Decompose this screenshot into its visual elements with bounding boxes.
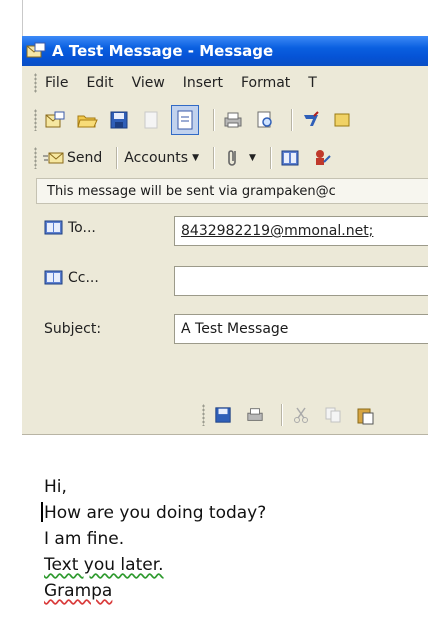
copy-button[interactable] <box>321 403 345 427</box>
message-window: A Test Message - Message File Edit View … <box>22 36 428 626</box>
menu-view[interactable]: View <box>132 75 165 91</box>
standard-toolbar <box>22 100 428 140</box>
print-button[interactable] <box>243 403 267 427</box>
toolbar-separator <box>213 147 216 169</box>
new-message-button[interactable] <box>43 108 67 132</box>
menu-insert[interactable]: Insert <box>183 75 223 91</box>
toolbar-separator <box>213 109 215 131</box>
save-icon <box>110 111 128 129</box>
menu-format[interactable]: Format <box>241 75 290 91</box>
body-line-greeting: Hi, <box>44 477 67 497</box>
to-row: To... 8432982219@mmonal.net; <box>22 214 428 248</box>
subject-field[interactable]: A Test Message <box>174 314 428 344</box>
check-names-icon <box>315 150 331 165</box>
chevron-down-icon: ▼ <box>192 153 200 163</box>
body-format-toolbar <box>202 400 385 430</box>
toolbar-separator <box>269 147 272 169</box>
attach-page-button[interactable] <box>171 105 199 135</box>
text-caret <box>41 502 43 522</box>
find-icon <box>257 111 272 128</box>
body-line-status: I am fine. <box>44 529 125 549</box>
body-line-closing: Text you later. <box>44 555 164 575</box>
options-icon <box>334 113 350 127</box>
toolbar-grip[interactable] <box>202 404 205 426</box>
cc-button[interactable]: Cc... <box>44 270 99 286</box>
new-message-icon <box>45 111 65 128</box>
cc-row: Cc... <box>22 264 428 298</box>
send-account-infobar: This message will be sent via grampaken@… <box>36 178 428 204</box>
print-icon <box>247 408 263 421</box>
cc-label: Cc... <box>68 270 99 286</box>
save-button[interactable] <box>107 108 131 132</box>
body-line-question: How are you doing today? <box>44 503 267 523</box>
subject-label: Subject: <box>44 321 102 337</box>
print-preview-icon <box>144 111 158 129</box>
address-book-icon <box>44 220 63 235</box>
print-preview-button[interactable] <box>139 108 163 132</box>
address-book-icon <box>44 270 63 285</box>
open-folder-icon <box>77 115 98 128</box>
scissors-icon <box>294 407 308 423</box>
cut-button[interactable] <box>289 403 313 427</box>
send-icon <box>43 152 64 164</box>
to-button[interactable]: To... <box>44 220 96 236</box>
attach-dropdown-button[interactable]: ▼ <box>245 153 256 163</box>
toolbar-separator <box>116 147 119 169</box>
toolbar-separator <box>291 109 293 131</box>
find-button[interactable] <box>253 108 277 132</box>
to-label: To... <box>68 220 96 236</box>
menu-grip[interactable] <box>34 73 37 93</box>
paperclip-icon <box>228 150 236 166</box>
send-toolbar: Send Accounts ▼ ▼ <box>22 140 428 176</box>
spelling-button[interactable] <box>299 108 323 132</box>
menu-tools[interactable]: T <box>308 75 317 91</box>
paste-button[interactable] <box>353 403 377 427</box>
address-book-icon <box>281 150 299 166</box>
message-envelope-icon <box>26 42 46 60</box>
toolbar-grip[interactable] <box>34 147 37 169</box>
print-icon <box>224 112 242 128</box>
to-field[interactable]: 8432982219@mmonal.net; <box>174 216 428 246</box>
save-button[interactable] <box>211 403 235 427</box>
copy-icon <box>325 407 341 423</box>
to-recipient[interactable]: 8432982219@mmonal.net; <box>181 223 373 239</box>
cc-field[interactable] <box>174 266 428 296</box>
print-button[interactable] <box>221 108 245 132</box>
send-button[interactable]: Send <box>43 150 102 166</box>
chevron-down-icon: ▼ <box>249 153 256 163</box>
toolbar-separator <box>281 404 283 426</box>
options-button[interactable] <box>331 108 355 132</box>
body-line-signature: Grampa <box>44 581 113 601</box>
paste-icon <box>357 408 374 425</box>
spelling-icon <box>304 111 319 126</box>
window-title: A Test Message - Message <box>52 42 274 60</box>
menu-bar: File Edit View Insert Format T <box>22 66 428 100</box>
save-icon <box>215 407 231 423</box>
send-label: Send <box>67 150 103 166</box>
check-names-button[interactable] <box>310 146 334 170</box>
open-button[interactable] <box>75 108 99 132</box>
message-body[interactable]: Hi, How are you doing today? I am fine. … <box>22 434 428 626</box>
attach-page-icon <box>177 110 193 130</box>
subject-row: Subject: A Test Message <box>22 312 428 346</box>
toolbar-grip[interactable] <box>34 109 37 131</box>
menu-edit[interactable]: Edit <box>86 75 113 91</box>
accounts-label: Accounts <box>124 150 189 166</box>
title-bar[interactable]: A Test Message - Message <box>22 36 428 66</box>
accounts-button[interactable]: Accounts ▼ <box>124 150 199 166</box>
menu-file[interactable]: File <box>45 75 68 91</box>
address-book-button[interactable] <box>278 146 302 170</box>
attach-file-button[interactable] <box>221 146 245 170</box>
